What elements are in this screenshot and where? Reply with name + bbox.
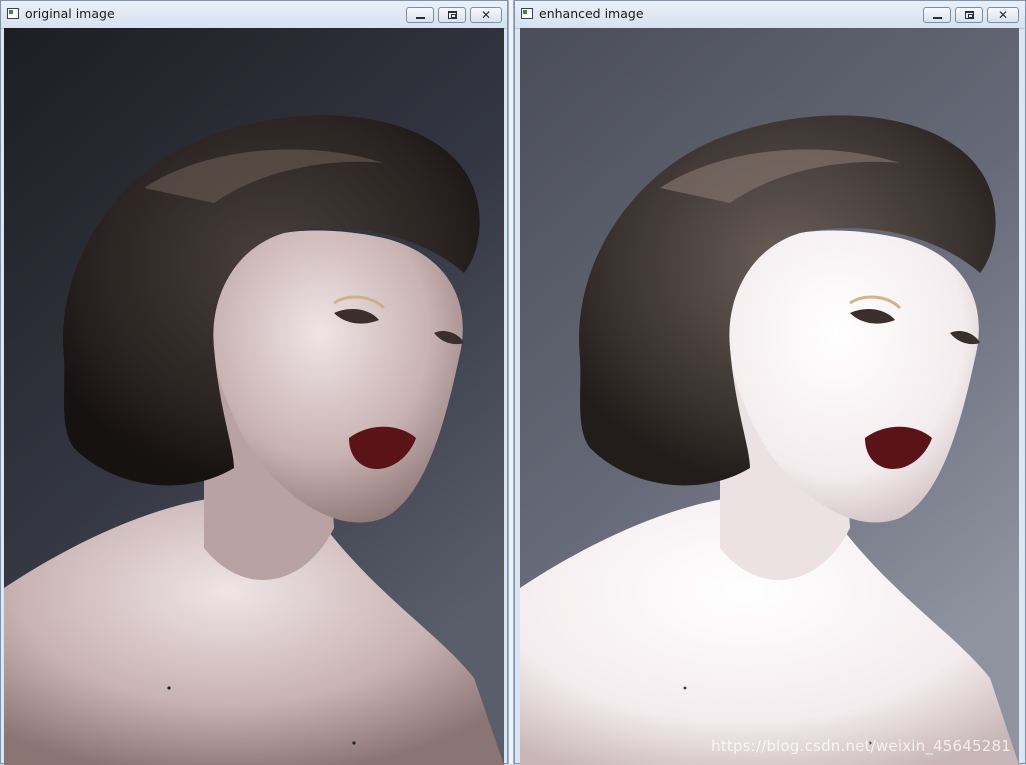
maximize-icon <box>965 11 974 19</box>
close-icon: ✕ <box>480 8 492 22</box>
image-viewport <box>4 28 504 765</box>
maximize-button[interactable] <box>955 7 983 23</box>
window-title: original image <box>25 6 115 21</box>
app-window-icon[interactable] <box>7 8 19 19</box>
maximize-button[interactable] <box>438 7 466 23</box>
minimize-icon <box>416 17 425 19</box>
app-window-icon[interactable] <box>521 8 533 19</box>
minimize-button[interactable] <box>923 7 951 23</box>
enhanced-portrait-image <box>520 28 1019 765</box>
minimize-button[interactable] <box>406 7 434 23</box>
title-bar[interactable]: enhanced image ✕ <box>515 1 1025 29</box>
title-bar[interactable]: original image ✕ <box>1 1 507 29</box>
close-button[interactable]: ✕ <box>470 7 502 23</box>
window-title: enhanced image <box>539 6 644 21</box>
maximize-icon <box>448 11 457 19</box>
close-icon: ✕ <box>997 8 1009 22</box>
watermark-text: https://blog.csdn.net/weixin_45645281 <box>711 737 1011 755</box>
enhanced-image-window: enhanced image ✕ https://blog.csdn.net/w… <box>514 0 1026 765</box>
original-portrait-image <box>4 28 504 765</box>
minimize-icon <box>933 17 942 19</box>
original-image-window: original image ✕ <box>0 0 508 765</box>
image-viewport: https://blog.csdn.net/weixin_45645281 <box>520 28 1019 765</box>
close-button[interactable]: ✕ <box>987 7 1019 23</box>
